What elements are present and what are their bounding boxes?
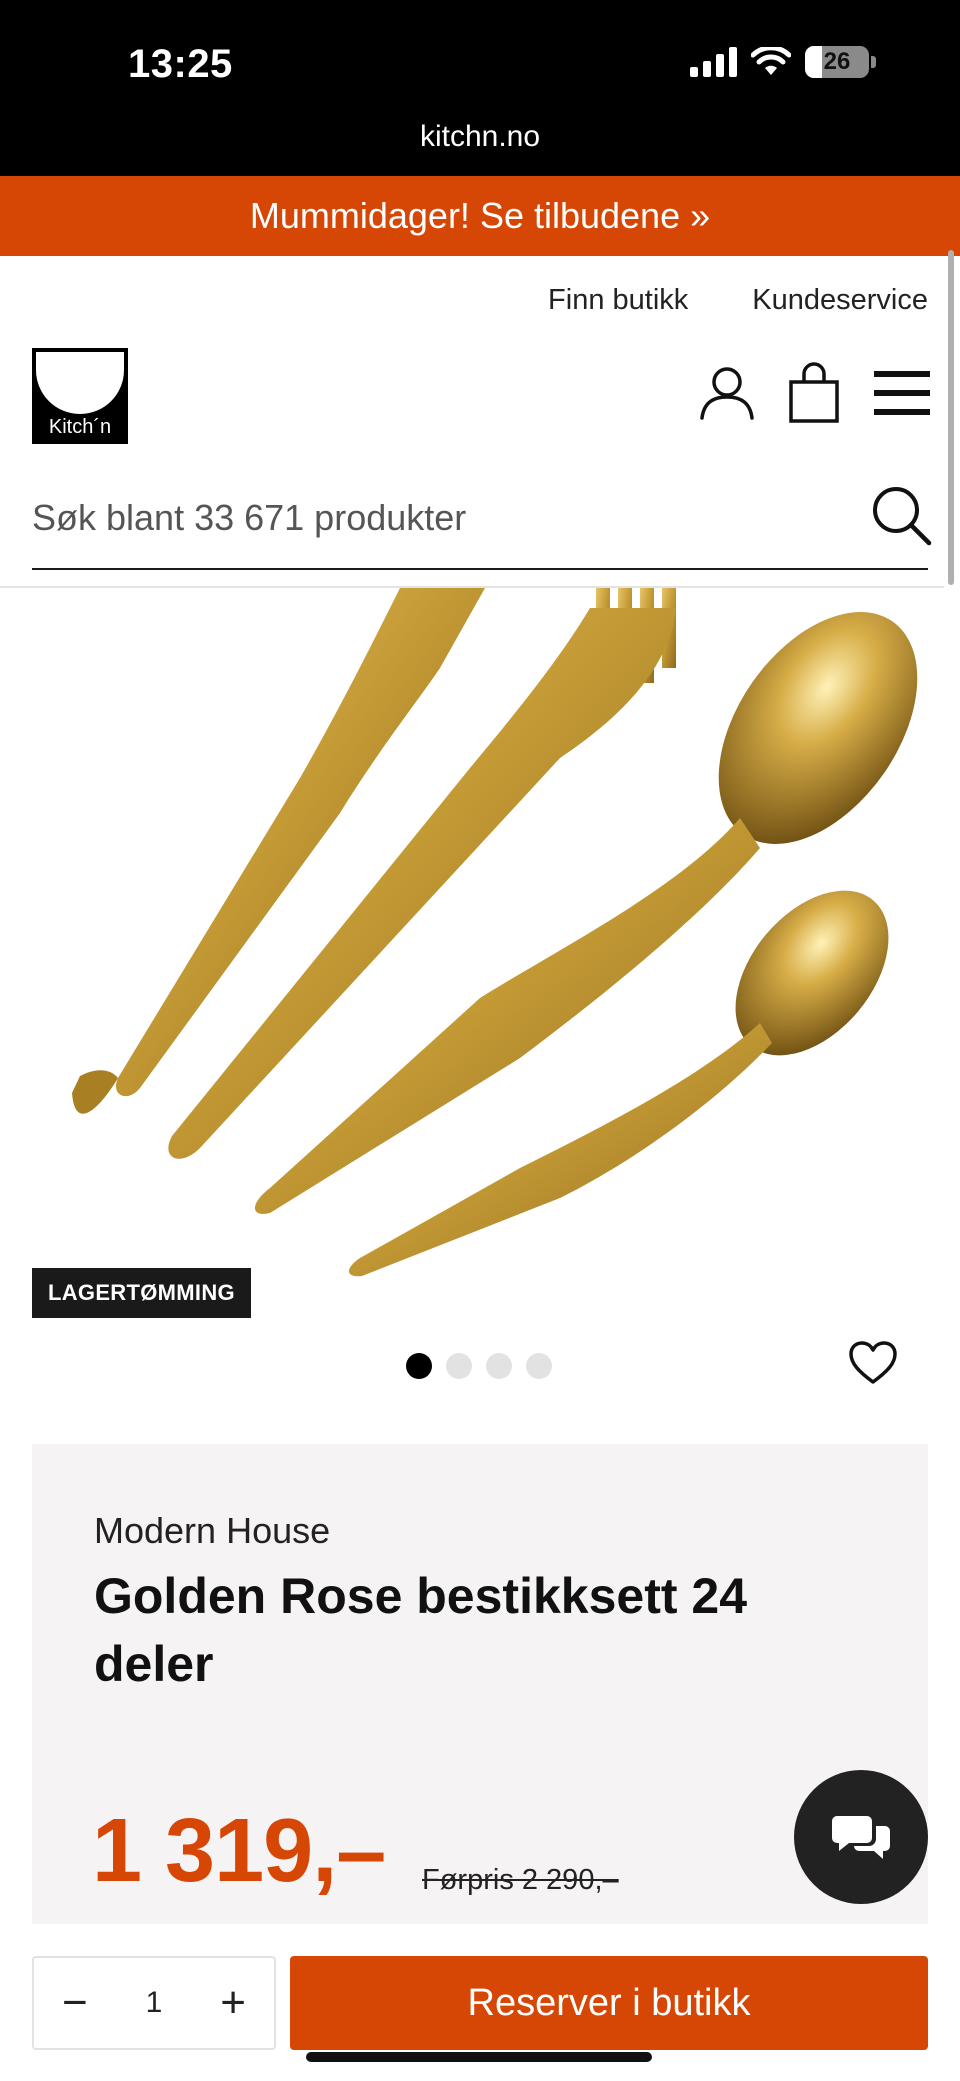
battery-level: 26 <box>823 48 851 75</box>
carousel-dot-2[interactable] <box>446 1353 472 1379</box>
search-icon[interactable] <box>870 484 932 546</box>
customer-service-link[interactable]: Kundeservice <box>752 284 928 317</box>
status-time: 13:25 <box>128 42 233 86</box>
previous-price: Førpris 2 290,– <box>422 1864 619 1896</box>
find-store-link[interactable]: Finn butikk <box>548 284 688 317</box>
battery-icon: 26 <box>805 46 869 78</box>
quantity-stepper: − 1 + <box>32 1956 276 2050</box>
product-title: Golden Rose bestikksett 24 deler <box>94 1568 748 1692</box>
search-input[interactable] <box>32 490 832 546</box>
top-links: Finn butikk Kundeservice <box>548 284 928 317</box>
product-price: 1 319,– <box>92 1801 386 1901</box>
menu-icon[interactable] <box>872 367 932 419</box>
chat-icon <box>832 1816 890 1859</box>
product-info-card: Modern House Golden Rose bestikksett 24 … <box>32 1444 928 1924</box>
home-indicator <box>306 2052 652 2062</box>
clearance-badge: LAGERTØMMING <box>32 1268 251 1318</box>
reserve-in-store-button[interactable]: Reserver i butikk <box>290 1956 928 2050</box>
shopping-bag-icon[interactable] <box>788 362 840 424</box>
status-bar: 13:25 26 kitchn.no <box>0 0 960 176</box>
heart-icon[interactable] <box>848 1340 898 1386</box>
chat-button[interactable] <box>794 1770 928 1904</box>
quantity-value[interactable]: 1 <box>146 1986 163 2020</box>
logo-bowl <box>36 352 124 414</box>
page-scrollbar[interactable] <box>948 250 954 585</box>
cellular-signal-icon <box>690 47 737 77</box>
promo-banner[interactable]: Mummidager! Se tilbudene » <box>0 176 960 256</box>
carousel-dot-4[interactable] <box>526 1353 552 1379</box>
search-bar <box>32 470 932 570</box>
minus-icon[interactable]: − <box>62 1981 88 2025</box>
carousel-dot-3[interactable] <box>486 1353 512 1379</box>
address-bar[interactable]: kitchn.no <box>0 120 960 154</box>
product-image[interactable] <box>0 588 960 1288</box>
product-brand[interactable]: Modern House <box>94 1510 330 1552</box>
kitchn-logo[interactable]: Kitch´n <box>32 348 128 444</box>
carousel-dot-1[interactable] <box>406 1353 432 1379</box>
header-actions <box>698 362 932 424</box>
cutlery-set-image <box>72 588 918 1277</box>
image-carousel-dots <box>406 1353 552 1379</box>
wifi-icon <box>751 47 791 75</box>
logo-text: Kitch´n <box>48 416 112 438</box>
plus-icon[interactable]: + <box>220 1981 246 2025</box>
battery-tip <box>871 56 876 68</box>
user-icon[interactable] <box>698 364 756 422</box>
status-icons: 26 <box>690 46 876 78</box>
